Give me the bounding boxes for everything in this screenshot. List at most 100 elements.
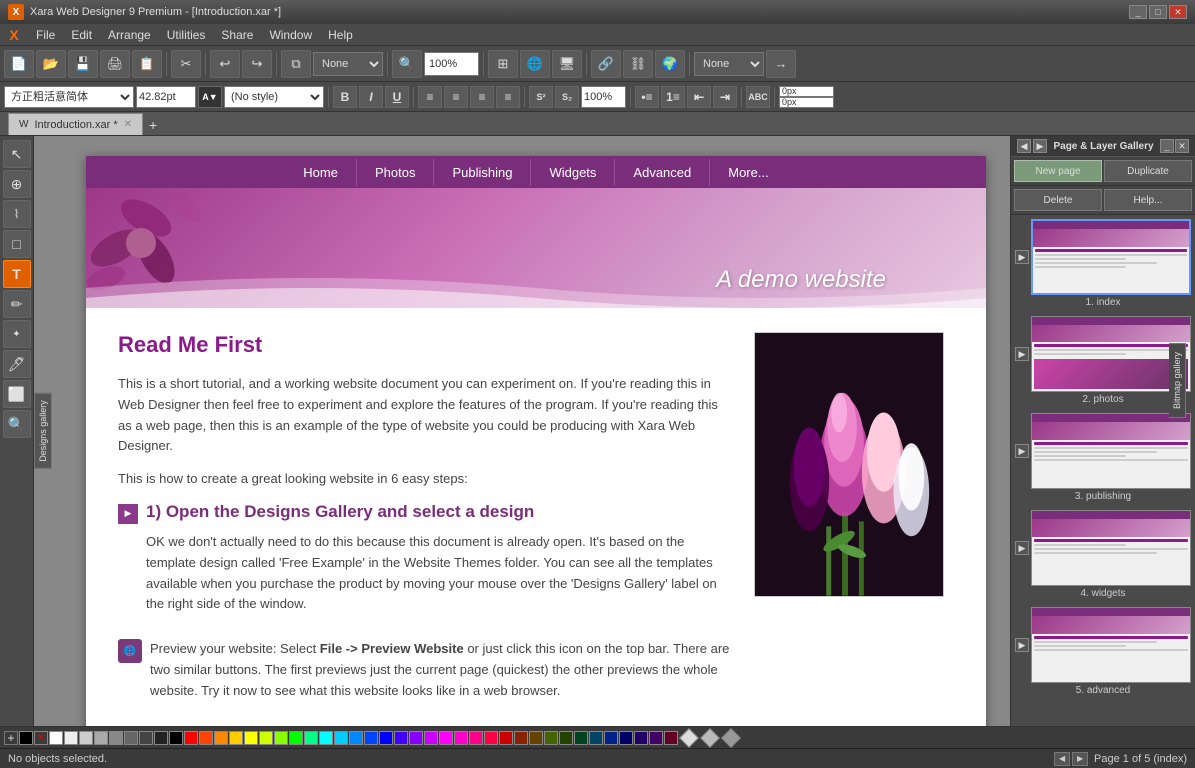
color-diamond-1[interactable] (679, 728, 699, 748)
search-tool[interactable]: 🔍 (3, 410, 31, 438)
freehand-tool[interactable]: ⌇ (3, 200, 31, 228)
bitmap-gallery-side-panel[interactable]: Bitmap gallery (1169, 343, 1195, 418)
menu-utilities[interactable]: Utilities (159, 24, 214, 46)
close-button[interactable]: ✕ (1169, 5, 1187, 19)
panel-prev-arrow[interactable]: ◀ (1017, 139, 1031, 153)
color-orange[interactable] (214, 731, 228, 745)
window-controls[interactable]: _ □ ✕ (1129, 5, 1187, 19)
align-left-button[interactable]: ≡ (418, 86, 442, 108)
shape-tool[interactable]: □ (3, 230, 31, 258)
superscript-button[interactable]: S² (529, 86, 553, 108)
menu-window[interactable]: Window (261, 24, 320, 46)
color-swatch[interactable] (544, 731, 558, 745)
nav-more[interactable]: More... (710, 159, 786, 186)
designs-gallery-tab-label[interactable]: Designs gallery (34, 393, 52, 469)
color-magenta[interactable] (439, 731, 453, 745)
font-size-input[interactable] (136, 86, 196, 108)
status-icon-1[interactable]: ◀ (1054, 752, 1070, 766)
tab-introduction[interactable]: W Introduction.xar * ✕ (8, 113, 143, 135)
restore-button[interactable]: □ (1149, 5, 1167, 19)
color-swatch[interactable] (634, 731, 648, 745)
menu-share[interactable]: Share (213, 24, 261, 46)
zoom-input[interactable] (424, 52, 479, 76)
bitmap-gallery-tab-label[interactable]: Bitmap gallery (1169, 343, 1186, 418)
color-purple[interactable] (424, 731, 438, 745)
color-brown[interactable] (529, 731, 543, 745)
color-swatch[interactable] (229, 731, 243, 745)
thumb-expand-5[interactable]: ▶ (1015, 638, 1029, 652)
indent-more-button[interactable]: ⇥ (713, 86, 737, 108)
color-add-button[interactable]: + (4, 731, 18, 745)
color-swatch[interactable] (589, 731, 603, 745)
color-swatch[interactable] (484, 731, 498, 745)
menu-arrange[interactable]: Arrange (100, 24, 159, 46)
color-swatch[interactable] (664, 731, 678, 745)
panel-close-button[interactable]: ✕ (1175, 139, 1189, 153)
color-swatch[interactable] (94, 731, 108, 745)
color-swatch[interactable] (349, 731, 363, 745)
color-swatch[interactable] (604, 731, 618, 745)
cut-button[interactable]: ✂ (171, 50, 201, 78)
preview-site-button[interactable]: 🖥 (552, 50, 582, 78)
nav-widgets[interactable]: Widgets (531, 159, 615, 186)
undo-button[interactable]: ↩ (210, 50, 240, 78)
bold-button[interactable]: B (333, 86, 357, 108)
nav-home[interactable]: Home (285, 159, 357, 186)
text-tool[interactable]: T (3, 260, 31, 288)
color-swatch[interactable] (199, 731, 213, 745)
color-red[interactable] (184, 731, 198, 745)
copy-button[interactable]: 📋 (132, 50, 162, 78)
color-swatch[interactable] (274, 731, 288, 745)
save-button[interactable]: 💾 (68, 50, 98, 78)
thumb-expand-1[interactable]: ▶ (1015, 250, 1029, 264)
web-button[interactable]: 🌍 (655, 50, 685, 78)
style-select[interactable]: (No style) (224, 86, 324, 108)
color-diamond-2[interactable] (700, 728, 720, 748)
nav-publishing[interactable]: Publishing (434, 159, 531, 186)
menu-file[interactable]: File (28, 24, 63, 46)
x-coord-input[interactable] (779, 86, 834, 97)
list-bullet-button[interactable]: •≡ (635, 86, 659, 108)
delete-button[interactable]: Delete (1014, 189, 1102, 211)
color-swatch[interactable] (559, 731, 573, 745)
snap-button[interactable]: ⊞ (488, 50, 518, 78)
print-button[interactable]: 🖨 (100, 50, 130, 78)
node-tool[interactable]: ✦ (3, 320, 31, 348)
blend-mode-select[interactable]: None (313, 52, 383, 76)
color-diamond-3[interactable] (721, 728, 741, 748)
panel-minimize-button[interactable]: _ (1160, 139, 1174, 153)
thumb-expand-2[interactable]: ▶ (1015, 347, 1029, 361)
tab-add-button[interactable]: + (143, 115, 163, 135)
color-swatch[interactable] (499, 731, 513, 745)
color-swatch[interactable] (169, 731, 183, 745)
preview-page-button[interactable]: 🌐 (520, 50, 550, 78)
line-spacing-input[interactable] (581, 86, 626, 108)
color-swatch[interactable] (574, 731, 588, 745)
font-color-button[interactable]: A▼ (198, 86, 222, 108)
thumb-expand-4[interactable]: ▶ (1015, 541, 1029, 555)
zoom-tool[interactable]: ⊕ (3, 170, 31, 198)
page-thumb-5[interactable]: ▶ 5. ad (1015, 607, 1191, 696)
color-white[interactable] (49, 731, 63, 745)
page-thumb-4[interactable]: ▶ 4. wi (1015, 510, 1191, 599)
help-button[interactable]: Help... (1104, 189, 1192, 211)
secondary-select[interactable]: None (694, 52, 764, 76)
color-none[interactable] (19, 731, 33, 745)
tab-close-button[interactable]: ✕ (124, 119, 132, 130)
redo-button[interactable]: ↪ (242, 50, 272, 78)
page-thumb-2[interactable]: ▶ 2. ph (1015, 316, 1191, 405)
pen-tool[interactable]: ✏ (3, 290, 31, 318)
color-cyan[interactable] (319, 731, 333, 745)
nav-photos[interactable]: Photos (357, 159, 434, 186)
color-swatch[interactable] (79, 731, 93, 745)
align-center-button[interactable]: ≡ (444, 86, 468, 108)
color-swatch[interactable] (394, 731, 408, 745)
subscript-button[interactable]: S₂ (555, 86, 579, 108)
page-thumb-3[interactable]: ▶ (1015, 413, 1191, 502)
minimize-button[interactable]: _ (1129, 5, 1147, 19)
color-swatch[interactable] (364, 731, 378, 745)
spell-check-button[interactable]: ABC (746, 86, 770, 108)
color-swatch[interactable] (124, 731, 138, 745)
new-button[interactable]: 📄 (4, 50, 34, 78)
color-swatch[interactable] (619, 731, 633, 745)
